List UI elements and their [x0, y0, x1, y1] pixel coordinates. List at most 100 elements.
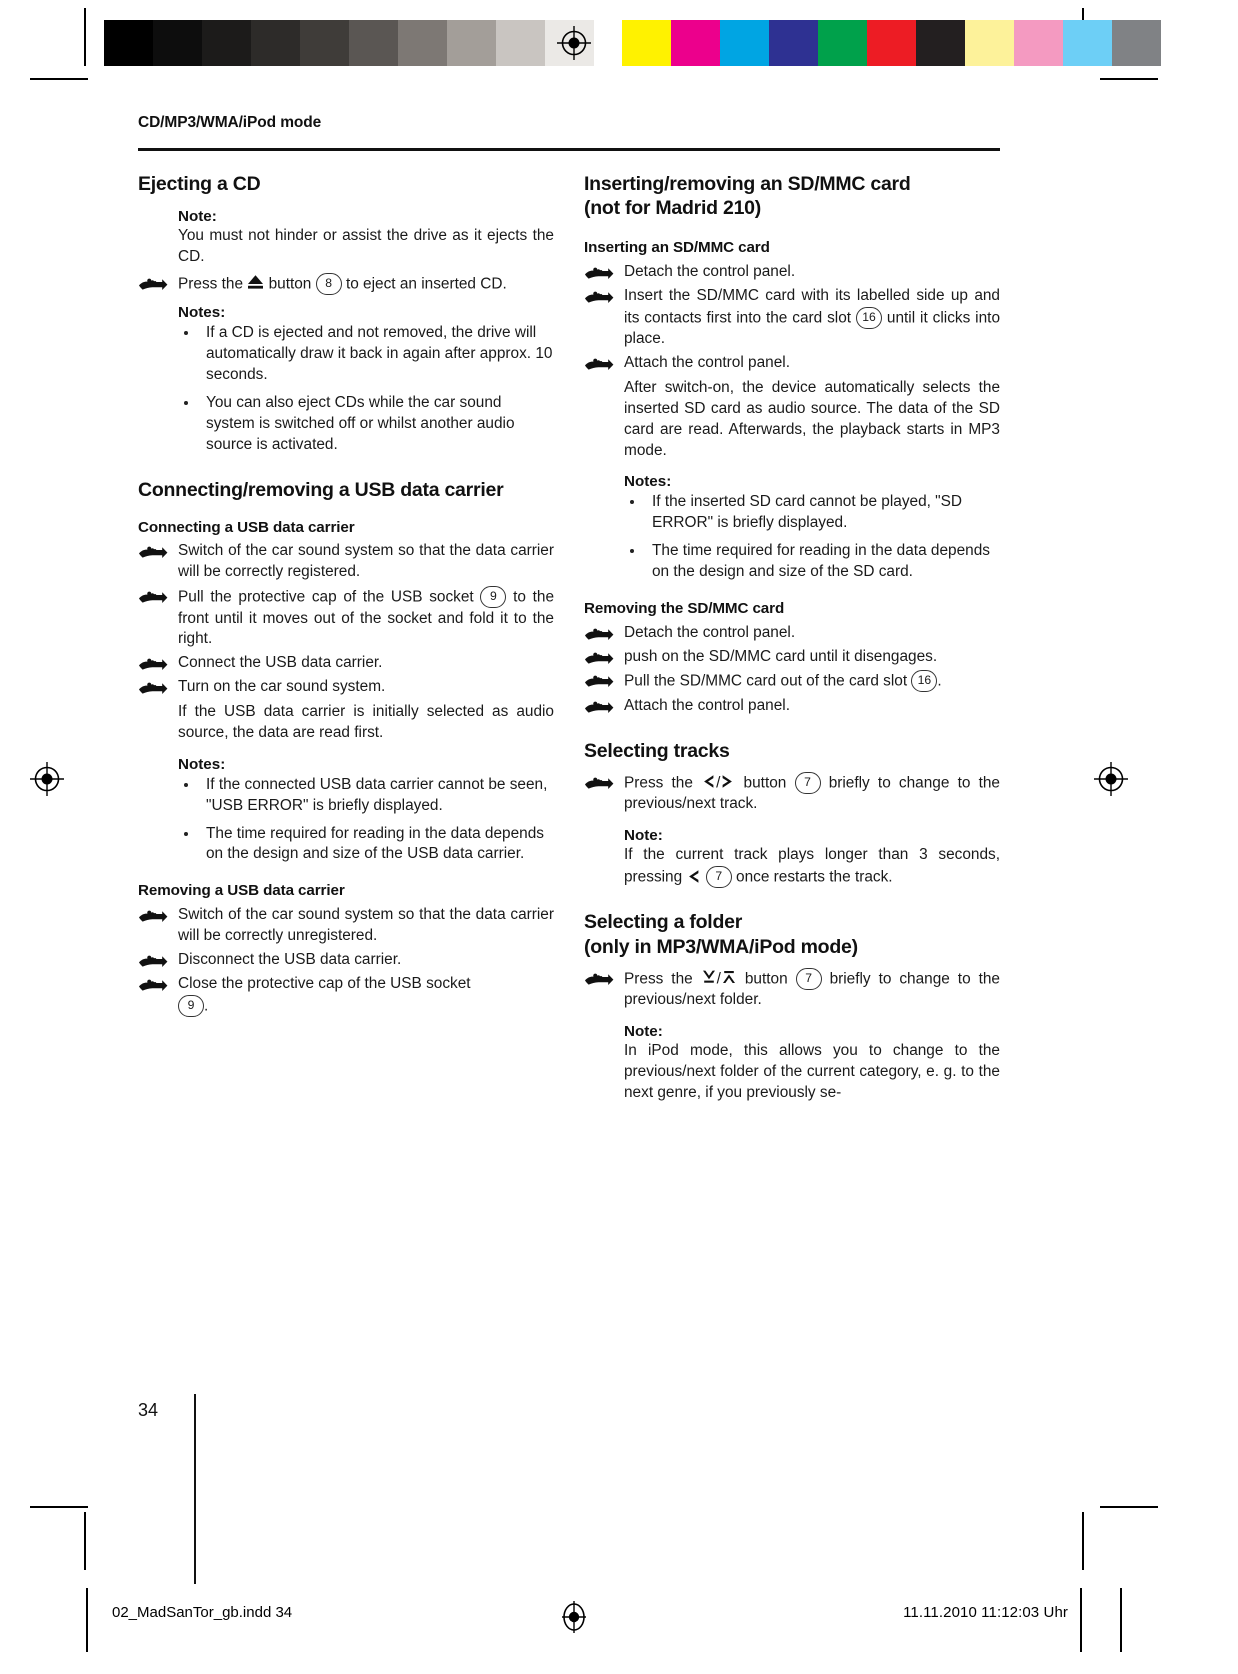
hand-pointer-icon	[138, 908, 168, 926]
section-heading-usb-data-carrier: Connecting/removing a USB data carrier	[138, 478, 504, 501]
hand-pointer-icon	[138, 589, 168, 607]
step-detach-panel-insert: Detach the control panel.	[584, 262, 1000, 283]
note-block-restart-track: Note: If the current track plays longer …	[584, 827, 1000, 889]
step-switch-off-for-register: Switch of the car sound system so that t…	[138, 541, 554, 583]
page-number-rule	[194, 1394, 197, 1584]
hand-pointer-icon	[584, 971, 614, 989]
step-text: Insert the SD/MMC card with its labelled…	[624, 286, 1000, 350]
step-text-part-a: Pull the protective cap of the USB socke…	[178, 588, 474, 606]
step-text: Detach the control panel.	[624, 623, 796, 641]
list-item: If the inserted SD card cannot be played…	[624, 492, 1000, 534]
step-attach-panel-insert: Attach the control panel.	[584, 353, 1000, 374]
step-text: Pull the SD/MMC card out of the card slo…	[624, 670, 1000, 693]
step-text: Attach the control panel.	[624, 354, 790, 372]
step-text: Attach the control panel.	[624, 696, 790, 714]
list-item-text: The time required for reading in the dat…	[206, 824, 544, 863]
step-text-part-a: Press the	[624, 774, 693, 792]
hand-pointer-icon	[584, 673, 614, 691]
footer-rule-right	[1080, 1588, 1082, 1652]
body-paragraph: After switch-on, the device automaticall…	[624, 378, 1000, 459]
step-text: Press the / button 7 briefly to change t…	[624, 771, 1000, 815]
hand-pointer-icon	[584, 356, 614, 374]
footer-rule-left	[86, 1588, 88, 1652]
step-text-part-b: .	[204, 997, 209, 1015]
reference-number: 16	[855, 306, 882, 329]
step-text-part-a: Close the protective cap of the USB sock…	[178, 974, 471, 992]
reference-number: 9	[178, 994, 204, 1017]
paragraph-block-usb-initial: If the USB data carrier is initially sel…	[138, 702, 554, 865]
subheading-removing-sd: Removing the SD/MMC card	[584, 599, 785, 617]
bullet-dot-icon	[630, 500, 634, 505]
note-block-ipod-category: Note: In iPod mode, this allows you to c…	[584, 1023, 1000, 1104]
notes-label: Notes:	[178, 304, 226, 322]
step-detach-panel-remove: Detach the control panel.	[584, 623, 1000, 644]
section-heading-line-2: (only in MP3/WMA/iPod mode)	[584, 935, 858, 958]
two-column-body: Ejecting a CD Note: You must not hinder …	[138, 172, 1000, 1104]
note-block-ejecting: Note: You must not hinder or assist the …	[138, 208, 554, 268]
bullet-dot-icon	[184, 782, 188, 787]
bullet-dot-icon	[184, 831, 188, 836]
section-heading-ejecting-a-cd: Ejecting a CD	[138, 173, 261, 195]
paragraph-block-sd-autoselect: After switch-on, the device automaticall…	[584, 378, 1000, 583]
note-label: Note:	[624, 1022, 663, 1040]
hand-pointer-icon	[138, 953, 168, 971]
bullet-dot-icon	[184, 400, 188, 405]
step-push-sd-card: push on the SD/MMC card until it disenga…	[584, 647, 1000, 668]
notes-block-ejecting: Notes: If a CD is ejected and not remove…	[138, 304, 554, 455]
section-heading-line-1: Selecting a folder	[584, 911, 743, 934]
chevron-right-icon	[720, 774, 735, 789]
step-switch-off-for-unregister: Switch of the car sound system so that t…	[138, 905, 554, 947]
step-text-part-b: button	[744, 970, 788, 988]
manual-page: CD/MP3/WMA/iPod mode Ejecting a CD Note:…	[0, 0, 1238, 1674]
reference-number: 8	[315, 272, 342, 295]
bullet-dot-icon	[630, 549, 634, 554]
right-column: Inserting/removing an SD/MMC card (not f…	[584, 172, 1000, 1104]
list-item-text: If a CD is ejected and not removed, the …	[206, 324, 553, 384]
note-label: Note:	[178, 208, 217, 226]
section-heading-line-1: Inserting/removing an SD/MMC card	[584, 173, 911, 195]
list-item: The time required for reading in the dat…	[624, 541, 1000, 583]
hand-pointer-icon	[584, 626, 614, 644]
reference-number: 7	[705, 866, 732, 889]
step-close-protective-cap: Close the protective cap of the USB sock…	[138, 974, 554, 1017]
step-text-part-c: to eject an inserted CD.	[345, 275, 507, 293]
step-pull-protective-cap: Pull the protective cap of the USB socke…	[138, 586, 554, 650]
header-rule	[138, 148, 1000, 151]
subheading-removing-usb: Removing a USB data carrier	[138, 882, 345, 900]
running-head: CD/MP3/WMA/iPod mode	[138, 114, 322, 131]
step-text-part-a: Pull the SD/MMC card out of the card slo…	[624, 672, 908, 690]
step-attach-panel-remove: Attach the control panel.	[584, 696, 1000, 717]
hand-pointer-icon	[138, 977, 168, 995]
section-heading-sd-mmc-card: Inserting/removing an SD/MMC card (not f…	[584, 172, 1000, 220]
step-text: Pull the protective cap of the USB socke…	[178, 586, 554, 650]
hand-pointer-icon	[584, 650, 614, 668]
list-item-text: You can also eject CDs while the car sou…	[206, 393, 515, 453]
step-text: Disconnect the USB data carrier.	[178, 950, 402, 968]
list-item: If a CD is ejected and not removed, the …	[178, 323, 554, 386]
registration-target-icon	[557, 1600, 591, 1634]
notes-bullet-list: If the inserted SD card cannot be played…	[624, 492, 1000, 583]
step-text: Turn on the car sound system.	[178, 678, 386, 696]
left-column: Ejecting a CD Note: You must not hinder …	[138, 172, 554, 1104]
step-press-eject: Press the button 8 to eject an inserted …	[138, 272, 554, 295]
step-connect-usb: Connect the USB data carrier.	[138, 653, 554, 674]
step-text-part-b: .	[937, 672, 942, 690]
step-turn-on-system: Turn on the car sound system.	[138, 677, 554, 698]
step-select-folder: Press the / button 7 briefly to change t…	[584, 967, 1000, 1011]
section-heading-selecting-tracks: Selecting tracks	[584, 739, 730, 762]
subheading-connecting-usb: Connecting a USB data carrier	[138, 518, 355, 536]
step-text-part-b: button	[268, 275, 312, 293]
list-item-text: The time required for reading in the dat…	[652, 542, 990, 581]
step-text: Switch of the car sound system so that t…	[178, 542, 554, 581]
notes-label: Notes:	[178, 755, 226, 773]
step-text-part-a: Press the	[624, 970, 693, 988]
footer-timestamp: 11.11.2010 11:12:03 Uhr	[903, 1604, 1068, 1621]
bullet-dot-icon	[184, 331, 188, 336]
notes-label: Notes:	[624, 473, 672, 491]
arrow-down-bar-icon	[701, 969, 717, 985]
list-item-text: If the connected USB data carrier cannot…	[206, 775, 548, 814]
step-text-part-a: Press the	[178, 275, 244, 293]
step-text: Detach the control panel.	[624, 263, 796, 281]
note-text: You must not hinder or assist the drive …	[178, 227, 554, 266]
step-text: Press the button 8 to eject an inserted …	[178, 272, 554, 295]
